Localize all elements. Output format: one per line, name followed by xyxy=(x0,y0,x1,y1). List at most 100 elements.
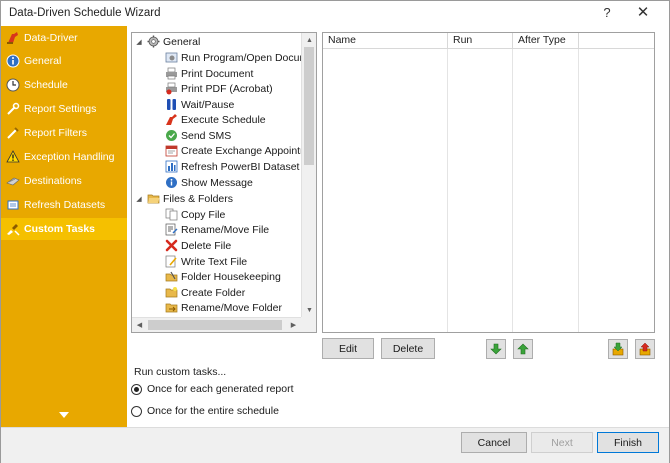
move-up-button[interactable] xyxy=(513,339,533,359)
tree-item-label: Rename/Move File xyxy=(181,223,270,236)
tree-item-create-folder[interactable]: Create Folder xyxy=(165,285,245,300)
tree-item-rename-move-file[interactable]: Rename/Move File xyxy=(165,222,269,237)
sidebar-item-destinations[interactable]: Destinations xyxy=(1,170,127,192)
column-divider xyxy=(447,49,448,332)
import-icon xyxy=(612,342,624,356)
title-bar: Data-Driven Schedule Wizard ? ✕ xyxy=(1,1,669,26)
sidebar-item-schedule[interactable]: Schedule xyxy=(1,74,127,96)
wizard-footer: Cancel Next Finish xyxy=(1,427,669,463)
export-icon xyxy=(639,342,651,356)
arrow-up-icon xyxy=(517,343,529,355)
wizard-sidebar: Data-Driver General Schedule Report Sett… xyxy=(1,26,127,427)
tree-item-execute-schedule[interactable]: Execute Schedule xyxy=(165,112,266,127)
next-button[interactable]: Next xyxy=(531,432,593,453)
column-header-after-type[interactable]: After Type xyxy=(513,33,579,49)
tree-item-send-sms[interactable]: Send SMS xyxy=(165,128,231,143)
destinations-icon xyxy=(6,174,20,188)
sidebar-item-label: Refresh Datasets xyxy=(24,199,106,211)
tree-item-label: Copy File xyxy=(181,208,226,221)
sidebar-item-custom-tasks[interactable]: Custom Tasks xyxy=(1,218,127,240)
sidebar-item-report-filters[interactable]: Report Filters xyxy=(1,122,127,144)
finish-button[interactable]: Finish xyxy=(597,432,659,453)
help-button[interactable]: ? xyxy=(593,3,621,23)
settings-icon xyxy=(6,102,20,116)
tree-item-run-program[interactable]: Run Program/Open Document xyxy=(165,50,316,65)
tree-item-delete-file[interactable]: Delete File xyxy=(165,238,231,253)
sidebar-item-general[interactable]: General xyxy=(1,50,127,72)
scrollbar-thumb[interactable] xyxy=(148,320,282,330)
sidebar-item-report-settings[interactable]: Report Settings xyxy=(1,98,127,120)
new-folder-icon xyxy=(165,286,178,299)
tree-item-show-message[interactable]: Show Message xyxy=(165,175,253,190)
tree-item-label: Delete File xyxy=(181,239,232,252)
tree-item-label: Wait/Pause xyxy=(181,98,235,111)
execute-icon xyxy=(165,113,178,126)
rename-folder-icon xyxy=(165,301,178,314)
column-divider xyxy=(578,49,579,332)
sidebar-item-label: Report Settings xyxy=(24,103,97,115)
tree-item-create-exchange-appointment[interactable]: Create Exchange Appointment xyxy=(165,143,316,158)
info-icon xyxy=(6,54,20,68)
radio-button[interactable] xyxy=(131,383,142,395)
sidebar-item-refresh-datasets[interactable]: Refresh Datasets xyxy=(1,194,127,216)
tree-item-wait-pause[interactable]: Wait/Pause xyxy=(165,97,234,112)
custom-tasks-icon xyxy=(6,222,20,236)
printer-icon xyxy=(165,67,178,80)
tree-item-print-pdf[interactable]: Print PDF (Acrobat) xyxy=(165,81,273,96)
delete-icon xyxy=(165,239,178,252)
write-file-icon xyxy=(165,255,178,268)
collapse-arrow-icon[interactable]: ◢ xyxy=(134,37,144,47)
scroll-left-icon[interactable]: ◀ xyxy=(132,318,147,332)
tree-item-label: Rename/Move Folder xyxy=(181,301,282,314)
tree-item-label: Print Document xyxy=(181,67,254,80)
cancel-button[interactable]: Cancel xyxy=(461,432,527,453)
rename-file-icon xyxy=(165,223,178,236)
tree-group-files-folders[interactable]: ◢ Files & Folders xyxy=(134,191,233,206)
tree-vertical-scrollbar[interactable]: ▲ ▼ xyxy=(301,33,316,317)
scroll-down-icon[interactable]: ▼ xyxy=(302,303,317,317)
scroll-up-icon[interactable]: ▲ xyxy=(302,33,317,47)
column-header-run[interactable]: Run xyxy=(448,33,513,49)
tree-group-general[interactable]: ◢ General xyxy=(134,34,200,49)
tree-item-print-document[interactable]: Print Document xyxy=(165,66,253,81)
collapse-arrow-icon[interactable]: ◢ xyxy=(134,194,144,204)
tree-item-rename-move-folder[interactable]: Rename/Move Folder xyxy=(165,300,282,315)
chevron-down-icon[interactable] xyxy=(58,411,70,419)
sidebar-item-label: Data-Driver xyxy=(24,32,78,44)
tree-item-copy-file[interactable]: Copy File xyxy=(165,207,225,222)
move-down-button[interactable] xyxy=(486,339,506,359)
tree-horizontal-scrollbar[interactable]: ◀ ▶ xyxy=(132,317,301,332)
close-button[interactable]: ✕ xyxy=(629,3,657,23)
export-tasks-button[interactable] xyxy=(635,339,655,359)
housekeeping-icon xyxy=(165,270,178,283)
sidebar-item-data-driver[interactable]: Data-Driver xyxy=(1,27,127,49)
tree-item-label: Print PDF (Acrobat) xyxy=(181,82,273,95)
task-tree[interactable]: ◢ General Run Program/Open Document Prin… xyxy=(131,32,317,333)
scrollbar-thumb[interactable] xyxy=(304,47,314,165)
tree-group-label: Files & Folders xyxy=(163,192,234,205)
radio-once-per-schedule[interactable]: Once for the entire schedule xyxy=(131,405,279,417)
tree-item-write-text-file[interactable]: Write Text File xyxy=(165,254,247,269)
run-program-icon xyxy=(165,51,178,64)
radio-once-per-report[interactable]: Once for each generated report xyxy=(131,383,294,395)
scroll-right-icon[interactable]: ▶ xyxy=(286,318,301,332)
sidebar-item-exception-handling[interactable]: Exception Handling xyxy=(1,146,127,168)
tree-item-refresh-powerbi[interactable]: Refresh PowerBI Dataset xyxy=(165,159,299,174)
delete-button[interactable]: Delete xyxy=(381,338,435,359)
tree-item-folder-housekeeping[interactable]: Folder Housekeeping xyxy=(165,269,281,284)
refresh-datasets-icon xyxy=(6,198,20,212)
wizard-window: Data-Driven Schedule Wizard ? ✕ Data-Dri… xyxy=(0,0,670,463)
clock-icon xyxy=(6,78,20,92)
task-list-grid[interactable]: Name Run After Type xyxy=(322,32,655,333)
column-divider xyxy=(512,49,513,332)
tree-item-label: Execute Schedule xyxy=(181,113,266,126)
tree-group-label: General xyxy=(163,35,201,48)
message-icon xyxy=(165,176,178,189)
window-title: Data-Driven Schedule Wizard xyxy=(9,7,161,19)
radio-button[interactable] xyxy=(131,405,142,417)
import-tasks-button[interactable] xyxy=(608,339,628,359)
data-driver-icon xyxy=(6,31,20,45)
edit-button[interactable]: Edit xyxy=(322,338,374,359)
column-header-name[interactable]: Name xyxy=(323,33,448,49)
sidebar-item-label: Destinations xyxy=(24,175,82,187)
